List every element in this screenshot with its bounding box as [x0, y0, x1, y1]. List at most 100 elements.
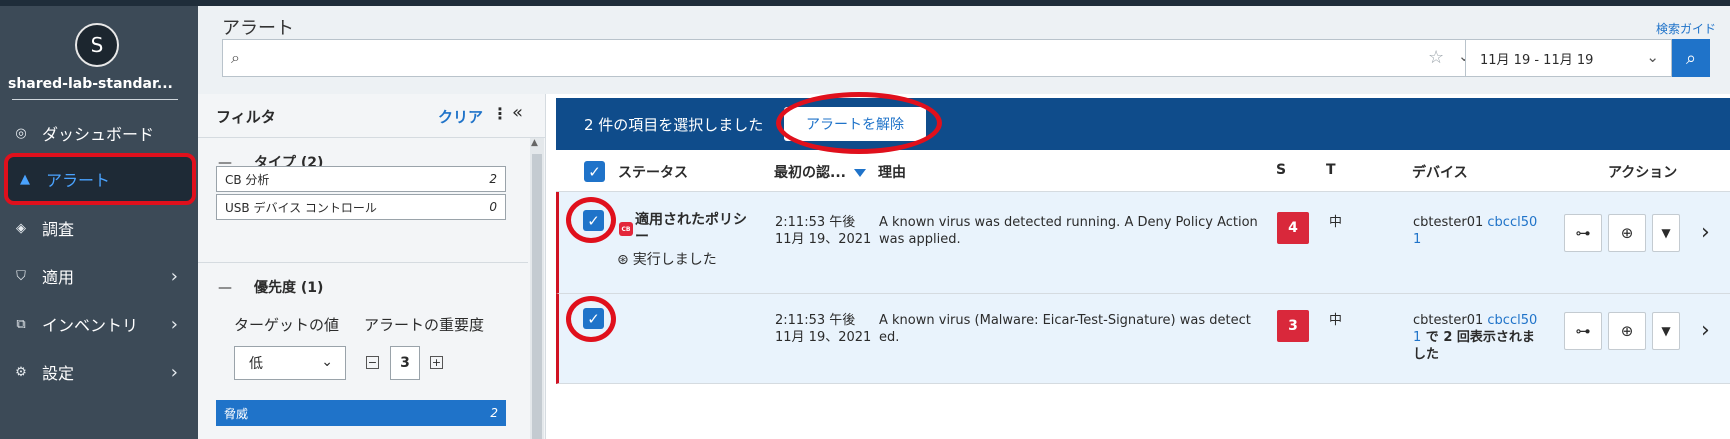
search-button[interactable]: ⌕ — [1672, 39, 1710, 77]
chevron-down-icon: ⌄ — [321, 354, 333, 370]
column-severity[interactable]: S — [1276, 162, 1286, 178]
increment-button[interactable]: + — [430, 356, 443, 369]
investigate-button[interactable]: ⊕ — [1608, 312, 1646, 350]
sidebar: S shared-lab-standar... ◎ ダッシュボード ▲ アラート… — [0, 6, 198, 439]
reason-line1: A known virus was detected running. A De… — [879, 215, 1258, 230]
target-value-label: ターゲットの値 — [234, 316, 340, 334]
column-reason[interactable]: 理由 — [878, 162, 906, 182]
first-seen-date: 11月 19、2021 — [775, 330, 872, 345]
caret-down-icon: ▼ — [1661, 226, 1671, 240]
tenant-divider — [12, 99, 178, 100]
sidebar-item-dashboard[interactable]: ◎ ダッシュボード — [0, 108, 198, 158]
row-expand-icon[interactable]: › — [1701, 318, 1710, 343]
search-bar: ⌕ ☆ ⌄ — [222, 39, 1471, 77]
gear-icon: ⚙ — [15, 364, 27, 380]
policy-applied-line1: 適用されたポリシ — [635, 212, 747, 228]
column-t[interactable]: T — [1326, 162, 1336, 178]
section-divider — [198, 262, 528, 263]
search-icon: ⌕ — [1685, 47, 1697, 69]
filter-panel: フィルタ クリア ⋮ « — タイプ (2) CB 分析 2 USB デバイス コ… — [198, 94, 546, 439]
select-all-checkbox[interactable]: ✓ — [584, 161, 605, 182]
scrollbar-thumb[interactable] — [532, 154, 542, 439]
device-link-continued[interactable]: 1 — [1413, 231, 1421, 248]
device-cell-continued: 1 で 2 回表示されま — [1413, 330, 1535, 345]
first-seen-time: 2:11:53 午後 — [775, 215, 856, 230]
search-icon: ⌕ — [231, 48, 240, 67]
chevron-right-icon: › — [170, 265, 178, 287]
target-icon: ⊕ — [1620, 322, 1634, 340]
avatar[interactable]: S — [75, 23, 119, 67]
alert-severity-label: アラートの重要度 — [364, 316, 485, 334]
severity-stepper-value[interactable]: 3 — [390, 346, 420, 380]
device-link[interactable]: cbccl50 — [1487, 313, 1537, 328]
collapse-panel-icon[interactable]: « — [512, 102, 523, 123]
device-cell: cbtester01 cbccl50 — [1413, 313, 1538, 328]
t-value: 中 — [1329, 215, 1343, 230]
column-action: アクション — [1608, 165, 1678, 181]
investigate-icon: ◈ — [16, 220, 26, 236]
action-dropdown-button[interactable]: ▼ — [1652, 214, 1680, 252]
row-checkbox[interactable]: ✓ — [583, 308, 604, 329]
decrement-button[interactable]: − — [366, 356, 379, 369]
action-dropdown-button[interactable]: ▼ — [1652, 312, 1680, 350]
reason-line2: was applied. — [879, 232, 961, 247]
column-first-seen[interactable]: 最初の認... — [774, 162, 866, 182]
cb-analytics-badge: CB — [619, 222, 633, 236]
sidebar-item-enforce[interactable]: ⛉ 適用 › — [0, 251, 198, 301]
process-tree-icon: ⊶ — [1575, 322, 1591, 340]
filter-title: フィルタ — [216, 108, 276, 126]
collapse-section-icon: — — [218, 280, 232, 296]
first-seen-date: 11月 19、2021 — [775, 232, 872, 247]
kebab-menu-icon[interactable]: ⋮ — [492, 104, 508, 123]
sidebar-item-settings[interactable]: ⚙ 設定 › — [0, 347, 198, 397]
filter-option-cb-analytics[interactable]: CB 分析 2 — [216, 166, 506, 192]
star-icon[interactable]: ☆ — [1428, 47, 1444, 68]
device-seen-count: した — [1413, 347, 1440, 362]
row-expand-icon[interactable]: › — [1701, 220, 1710, 245]
dismiss-alerts-button[interactable]: アラートを解除 — [784, 107, 926, 141]
priority-section-header[interactable]: — 優先度 (1) — [218, 277, 323, 297]
shield-check-icon: ⛉ — [16, 268, 26, 284]
sidebar-item-inventory[interactable]: ⧉ インベントリ › — [0, 299, 198, 349]
table-header: ✓ ステータス 最初の認... 理由 S T デバイス アクション — [556, 150, 1730, 192]
tenant-name[interactable]: shared-lab-standar... — [8, 76, 188, 92]
page-header: アラート 検索ガイド ⌕ ☆ ⌄ 11月 19 - 11月 19 ⌄ ⌕ — [198, 6, 1730, 94]
sort-desc-icon — [853, 169, 866, 177]
process-tree-button[interactable]: ⊶ — [1564, 214, 1602, 252]
device-link[interactable]: cbccl50 — [1487, 215, 1537, 230]
column-device[interactable]: デバイス — [1412, 162, 1468, 182]
chevron-down-icon: ⌄ — [1646, 48, 1659, 66]
filter-option-usb-device-control[interactable]: USB デバイス コントロール 0 — [216, 194, 506, 220]
scroll-up-arrow[interactable]: ▲ — [531, 138, 538, 148]
row-checkbox[interactable]: ✓ — [583, 210, 604, 231]
selection-count: 2 件の項目を選択しました — [584, 116, 764, 134]
target-value-select[interactable]: 低 ⌄ — [234, 346, 346, 380]
process-tree-icon: ⊶ — [1575, 224, 1591, 242]
severity-badge: 4 — [1277, 212, 1309, 244]
device-cell: cbtester01 cbccl50 — [1413, 215, 1538, 230]
caret-down-icon: ▼ — [1661, 324, 1671, 338]
reason-line2: ed. — [879, 330, 900, 345]
search-guide-link[interactable]: 検索ガイド — [1656, 20, 1716, 37]
process-tree-button[interactable]: ⊶ — [1564, 312, 1602, 350]
sidebar-item-investigate[interactable]: ◈ 調査 — [0, 203, 198, 253]
investigate-button[interactable]: ⊕ — [1608, 214, 1646, 252]
policy-applied-line2: ー — [635, 229, 649, 245]
date-range-select[interactable]: 11月 19 - 11月 19 ⌄ — [1465, 39, 1672, 77]
severity-badge: 3 — [1277, 310, 1309, 342]
filter-option-threat[interactable]: 脅威 2 — [216, 400, 506, 426]
sidebar-item-alerts[interactable]: ▲ アラート — [4, 153, 196, 205]
executed-status: ⊛ 実行しました — [617, 252, 717, 268]
filter-clear-button[interactable]: クリア — [438, 106, 483, 127]
table-row[interactable]: ✓ CB 適用されたポリシ ー ⊛ 実行しました 2:11:53 午後 11月 1… — [556, 192, 1730, 294]
inventory-icon: ⧉ — [16, 316, 26, 332]
alert-triangle-icon: ▲ — [20, 171, 30, 187]
chevron-right-icon: › — [170, 313, 178, 335]
page-title: アラート — [222, 18, 294, 39]
table-row[interactable]: ✓ 2:11:53 午後 11月 19、2021 A known virus (… — [556, 294, 1730, 384]
search-input[interactable] — [259, 46, 1309, 70]
target-icon: ⊕ — [1620, 224, 1634, 242]
filter-header: フィルタ クリア ⋮ « — [198, 94, 546, 138]
first-seen-time: 2:11:53 午後 — [775, 313, 856, 328]
column-status[interactable]: ステータス — [618, 162, 688, 182]
